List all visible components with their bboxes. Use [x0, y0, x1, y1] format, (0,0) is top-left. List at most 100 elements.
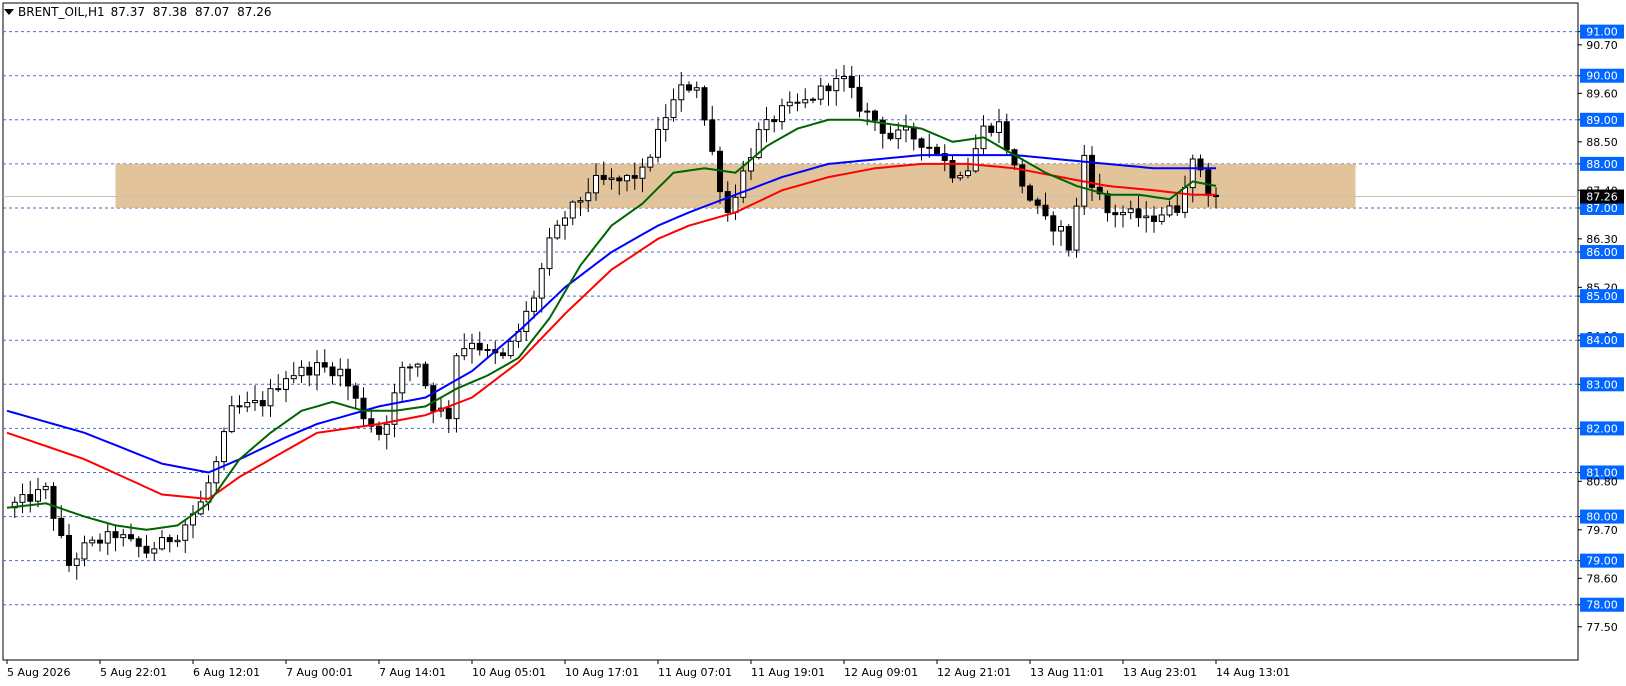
candle-bear: [66, 534, 72, 566]
candle-bear: [934, 146, 940, 155]
candle-bull: [538, 268, 545, 299]
candle-bull: [314, 362, 320, 376]
candle-bear: [1104, 193, 1111, 214]
candle-bear: [1034, 199, 1041, 206]
candle-bear: [1042, 204, 1049, 217]
candle-bull: [1073, 205, 1080, 251]
candle-bear: [97, 539, 103, 544]
candle-bull: [670, 99, 677, 119]
candle-bear: [616, 177, 623, 182]
candle-bear: [988, 125, 995, 133]
ema-mid-line: [6, 162, 1216, 500]
candle-bull: [972, 148, 979, 172]
y-tick-label: 87.00: [1586, 202, 1618, 215]
candle-bull: [546, 237, 553, 270]
y-tick-label: 90.00: [1586, 70, 1618, 83]
y-tick-label: 83.00: [1586, 378, 1618, 391]
candle-bull: [213, 461, 220, 484]
candle-bear: [135, 538, 142, 547]
candle-bear: [848, 76, 855, 88]
candle-bull: [414, 363, 421, 368]
candle-bear: [360, 397, 367, 420]
y-tick-label: 88.50: [1586, 136, 1618, 149]
candle-bull: [1120, 212, 1126, 216]
candle-bear: [1065, 226, 1072, 251]
candle-bear: [128, 534, 134, 540]
candle-bull: [833, 78, 840, 92]
x-tick-label: 5 Aug 22:01: [100, 666, 167, 679]
candle-bull: [399, 366, 406, 394]
candle-bull: [252, 400, 258, 404]
y-tick-label: 86.30: [1586, 233, 1618, 246]
candle-bear: [1174, 205, 1181, 213]
candle-bull: [298, 366, 305, 377]
candle-bear: [864, 110, 871, 113]
candle-bull: [337, 368, 344, 377]
candle-bear: [910, 126, 917, 140]
candle-bull: [810, 98, 816, 101]
candle-bear: [1019, 164, 1026, 187]
candle-bear: [771, 119, 778, 123]
candle-bear: [275, 388, 282, 391]
candle-bear: [422, 363, 429, 387]
candle-bull: [507, 340, 514, 357]
candle-bear: [1151, 215, 1157, 222]
candle-bull: [182, 524, 189, 541]
candle-bull: [267, 388, 274, 407]
candle-bull: [639, 166, 646, 179]
candle-bull: [996, 121, 1002, 133]
candle-bear: [701, 87, 708, 121]
candle-bull: [104, 531, 111, 544]
candle-bull: [569, 201, 576, 219]
y-tick-label: 80.80: [1586, 475, 1618, 488]
candle-bear: [1205, 169, 1212, 196]
candle-bull: [841, 76, 847, 80]
candle-bull: [73, 558, 80, 566]
y-tick-label: 85.00: [1586, 290, 1618, 303]
candle-bull: [469, 342, 475, 350]
x-tick-label: 12 Aug 21:01: [937, 666, 1011, 679]
candle-bull: [662, 117, 669, 130]
candle-bear: [112, 531, 119, 539]
candle-bull: [1182, 187, 1188, 213]
candle-bull: [647, 156, 654, 168]
current-price-label: 87.26: [1586, 191, 1618, 204]
y-tick-label: 84.00: [1586, 334, 1618, 347]
y-tick-label: 78.60: [1586, 572, 1618, 585]
y-tick-label: 89.60: [1586, 87, 1618, 100]
candle-bear: [445, 407, 452, 420]
candle-bull: [732, 196, 739, 213]
candle-bear: [1050, 215, 1057, 232]
candle-bull: [120, 534, 127, 539]
candle-bear: [1135, 208, 1142, 219]
candle-bull: [244, 402, 251, 408]
candle-bear: [321, 362, 328, 368]
candle-bull: [585, 192, 592, 202]
y-tick-label: 79.00: [1586, 555, 1618, 568]
candle-bull: [763, 119, 770, 131]
candle-bull: [802, 99, 809, 104]
price-chart[interactable]: 91.0090.7090.0089.6089.0088.5088.0087.40…: [0, 0, 1626, 686]
candle-bull: [593, 174, 599, 194]
x-tick-label: 6 Aug 12:01: [193, 666, 260, 679]
chart-window[interactable]: BRENT_OIL,H1 87.37 87.38 87.07 87.26 91.…: [0, 0, 1626, 686]
y-tick-label: 86.00: [1586, 246, 1618, 259]
candle-bull: [577, 200, 584, 203]
x-tick-label: 11 Aug 07:01: [658, 666, 732, 679]
y-tick-label: 88.00: [1586, 158, 1618, 171]
candle-bull: [693, 87, 700, 91]
candle-bear: [476, 342, 483, 351]
candle-bear: [430, 385, 437, 412]
candle-bull: [554, 224, 561, 239]
y-tick-label: 80.00: [1586, 511, 1618, 524]
candle-bull: [1127, 208, 1134, 214]
candle-bull: [159, 537, 165, 550]
candle-bear: [686, 84, 692, 91]
candle-bull: [608, 177, 615, 180]
candle-bull: [407, 366, 413, 369]
candle-bear: [887, 132, 894, 140]
candle-bull: [89, 539, 96, 544]
candle-bull: [461, 348, 468, 357]
y-tick-label: 89.00: [1586, 114, 1618, 127]
y-tick-label: 78.00: [1586, 599, 1618, 612]
